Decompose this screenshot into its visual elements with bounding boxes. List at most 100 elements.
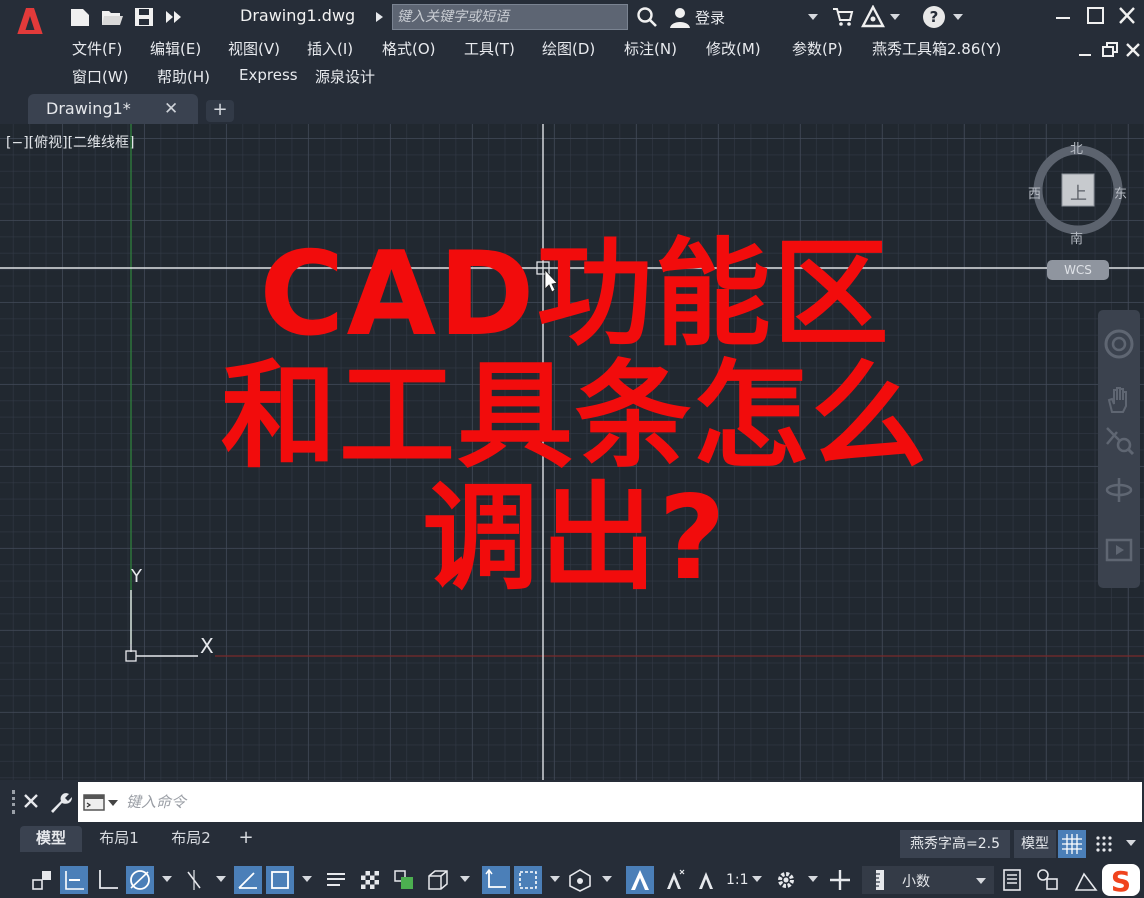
command-prompt-icon[interactable] [83,794,105,811]
grid-toggle[interactable] [1058,830,1086,858]
doc-restore-icon[interactable] [1100,40,1120,60]
menu-dimension[interactable]: 标注(N) [624,38,677,59]
expand-arrow-icon[interactable] [374,11,384,23]
menu-format[interactable]: 格式(O) [382,38,436,59]
command-line-grip[interactable] [12,790,15,814]
viewcube[interactable]: 北 南 东 西 上 WCS [1024,136,1134,286]
menu-yuanquan-design[interactable]: 源泉设计 [315,66,375,87]
polar-dropdown-arrow[interactable] [162,876,172,882]
viewcube-face-label[interactable]: 上 [1070,179,1087,204]
annotation-scale-icon[interactable] [692,866,720,894]
command-close-icon[interactable] [22,792,40,810]
isodraft-toggle[interactable] [180,866,208,894]
tab-drawing1[interactable]: Drawing1* ✕ [28,94,198,124]
doc-minimize-icon[interactable] [1076,42,1094,60]
gizmo-toggle[interactable] [566,866,594,894]
new-file-icon[interactable] [68,6,92,28]
search-box[interactable] [392,4,628,30]
doc-close-icon[interactable] [1124,40,1142,60]
3d-osnap-dropdown-arrow[interactable] [460,876,470,882]
close-icon[interactable] [1114,4,1140,28]
graphics-performance-toggle[interactable] [1072,866,1100,894]
menu-express[interactable]: Express [239,66,298,84]
tab-model[interactable]: 模型 [20,826,82,852]
showmotion-icon[interactable] [1103,536,1135,564]
dynamic-ucs-toggle[interactable] [482,866,510,894]
help-dropdown-arrow[interactable] [953,14,963,20]
zoom-extents-icon[interactable] [1103,424,1135,456]
units-selector[interactable]: 小数 [862,866,994,894]
selection-filter-toggle[interactable] [514,866,542,894]
login-link[interactable]: 登录 [695,7,725,28]
tab-close-icon[interactable]: ✕ [164,99,178,119]
open-folder-icon[interactable] [100,6,124,28]
tab-layout2[interactable]: 布局2 [158,826,224,852]
model-space-button[interactable]: 模型 [1014,830,1056,858]
cart-icon[interactable] [832,7,854,27]
workspace-gear-button[interactable] [772,866,800,894]
3d-osnap-toggle[interactable] [424,866,452,894]
orbit-icon[interactable] [1103,474,1135,506]
object-snap-toggle[interactable] [266,866,294,894]
compass-south[interactable]: 南 [1070,228,1083,247]
save-icon[interactable] [132,6,156,28]
search-icon[interactable] [636,6,658,28]
menu-yanxiu-toolbox[interactable]: 燕秀工具箱2.86(Y) [872,38,1001,59]
customize-wrench-icon[interactable] [48,790,72,814]
menu-window[interactable]: 窗口(W) [72,66,129,87]
menu-tools[interactable]: 工具(T) [464,38,515,59]
gizmo-dropdown-arrow[interactable] [602,876,612,882]
add-layout-button[interactable]: + [232,826,260,852]
wcs-button[interactable]: WCS [1047,260,1109,280]
text-height-button[interactable]: 燕秀字高=2.5 [900,830,1010,858]
osnap-dropdown-arrow[interactable] [302,876,312,882]
menu-help[interactable]: 帮助(H) [157,66,210,87]
workspace-dropdown-arrow[interactable] [808,876,818,882]
steering-wheel-icon[interactable] [1103,328,1135,360]
menu-insert[interactable]: 插入(I) [307,38,353,59]
selection-filter-dropdown-arrow[interactable] [550,876,560,882]
command-input[interactable] [126,782,1126,822]
snap-toggle[interactable] [1090,830,1118,858]
quick-properties-toggle[interactable] [998,866,1026,894]
menu-parametric[interactable]: 参数(P) [792,38,843,59]
polar-tracking-toggle[interactable] [126,866,154,894]
user-icon[interactable] [668,5,692,29]
login-dropdown-arrow[interactable] [808,14,818,20]
auto-scale-toggle[interactable] [660,866,688,894]
help-icon[interactable]: ? [922,5,946,29]
menu-modify[interactable]: 修改(M) [706,38,761,59]
dynamic-input-toggle[interactable] [60,866,88,894]
units-dropdown-arrow[interactable] [976,878,986,884]
menu-file[interactable]: 文件(F) [72,38,122,59]
snap-dropdown-arrow[interactable] [1126,840,1136,846]
compass-west[interactable]: 西 [1028,183,1041,202]
new-tab-button[interactable]: + [206,100,234,122]
drawing-canvas[interactable]: [−][俯视][二维线框] Y X CAD功能区 和工具条怎么 调出? 北 南 … [0,124,1144,780]
maximize-icon[interactable] [1082,4,1108,28]
more-tools-icon[interactable] [162,6,186,28]
annotation-scale-value[interactable]: 1:1 [726,872,749,888]
isolate-objects-toggle[interactable] [1034,866,1062,894]
sogou-ime-icon[interactable]: S [1100,862,1142,898]
tab-layout1[interactable]: 布局1 [86,826,152,852]
transparency-toggle[interactable] [356,866,384,894]
lineweight-toggle[interactable] [322,866,350,894]
ortho-toggle[interactable] [94,866,122,894]
minimize-icon[interactable] [1050,4,1076,28]
isodraft-dropdown-arrow[interactable] [216,876,226,882]
infer-constraints-toggle[interactable] [28,866,56,894]
annotation-monitor-toggle[interactable] [826,866,854,894]
scale-dropdown-arrow[interactable] [752,876,762,882]
menu-draw[interactable]: 绘图(D) [542,38,595,59]
search-input[interactable] [393,5,627,29]
compass-north[interactable]: 北 [1070,138,1083,157]
a360-dropdown-arrow[interactable] [890,14,900,20]
command-history-arrow[interactable] [108,800,118,806]
menu-view[interactable]: 视图(V) [228,38,280,59]
object-snap-tracking-toggle[interactable] [234,866,262,894]
autodesk-a360-icon[interactable] [860,5,886,29]
menu-edit[interactable]: 编辑(E) [150,38,201,59]
selection-cycling-toggle[interactable] [390,866,418,894]
pan-hand-icon[interactable] [1103,384,1135,416]
